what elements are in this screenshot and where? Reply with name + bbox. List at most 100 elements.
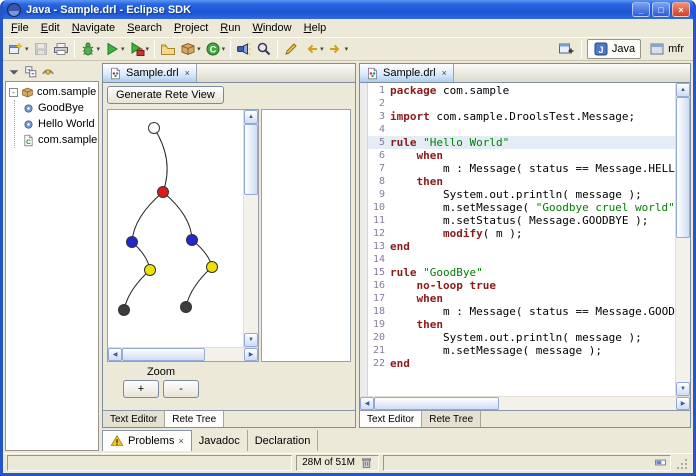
- scroll-down-icon[interactable]: ▼: [244, 333, 258, 347]
- view-tab-javadoc[interactable]: Javadoc: [192, 430, 248, 451]
- title-bar[interactable]: Java - Sample.drl - Eclipse SDK _ □ ×: [3, 0, 693, 19]
- dropdown-arrow-icon[interactable]: ▾: [25, 45, 29, 53]
- scroll-up-icon[interactable]: ▲: [244, 110, 258, 124]
- new-class-button[interactable]: C▾: [203, 39, 228, 59]
- code-line[interactable]: 1package com.sample: [368, 84, 675, 97]
- rete-horizontal-scrollbar[interactable]: ◀ ▶: [108, 347, 258, 361]
- view-menu-icon[interactable]: [7, 65, 21, 79]
- menu-project[interactable]: Project: [168, 21, 214, 35]
- scroll-thumb[interactable]: [676, 97, 690, 238]
- save-button[interactable]: [31, 39, 51, 59]
- code-line[interactable]: 19 then: [368, 318, 675, 331]
- rete-node[interactable]: [207, 262, 218, 273]
- code-line[interactable]: 11 m.setStatus( Message.GOODBYE );: [368, 214, 675, 227]
- rete-page-tab-text-editor[interactable]: Text Editor: [103, 411, 165, 427]
- tab-sample-drl-rete[interactable]: Sample.drl ×: [103, 64, 197, 82]
- dropdown-arrow-icon[interactable]: ▾: [146, 45, 150, 53]
- new-java-project-button[interactable]: [158, 39, 178, 59]
- code-line[interactable]: 8 then: [368, 175, 675, 188]
- code-line[interactable]: 2: [368, 97, 675, 110]
- editor-page-tab-rete-tree[interactable]: Rete Tree: [422, 411, 481, 427]
- code-line[interactable]: 9 System.out.println( message );: [368, 188, 675, 201]
- dropdown-arrow-icon[interactable]: ▾: [197, 45, 201, 53]
- tree-item-com-sample[interactable]: -com.sample: [7, 84, 97, 100]
- code-line[interactable]: 6 when: [368, 149, 675, 162]
- view-tab-problems[interactable]: Problems×: [102, 430, 192, 451]
- close-tab-icon[interactable]: ×: [185, 68, 190, 78]
- code-line[interactable]: 4: [368, 123, 675, 136]
- editor-page-tab-text-editor[interactable]: Text Editor: [360, 411, 422, 427]
- gc-trash-icon[interactable]: [360, 456, 373, 469]
- tree-item-goodbye[interactable]: GoodBye: [15, 100, 97, 116]
- code-line[interactable]: 16 no-loop true: [368, 279, 675, 292]
- open-perspective-button[interactable]: [556, 39, 576, 59]
- dropdown-arrow-icon[interactable]: ▾: [97, 45, 101, 53]
- scroll-thumb[interactable]: [244, 124, 258, 195]
- maximize-button[interactable]: □: [652, 2, 670, 17]
- scroll-up-icon[interactable]: ▲: [676, 83, 690, 97]
- back-button[interactable]: ▾: [301, 39, 326, 59]
- dropdown-arrow-icon[interactable]: ▾: [320, 45, 324, 53]
- editor-vertical-scrollbar[interactable]: ▲ ▼: [675, 83, 690, 396]
- menu-navigate[interactable]: Navigate: [66, 21, 121, 35]
- perspective-java[interactable]: JJava: [587, 39, 641, 59]
- editor-horizontal-scrollbar[interactable]: ◀ ▶: [360, 396, 690, 410]
- menu-run[interactable]: Run: [214, 21, 246, 35]
- code-line[interactable]: 12 modify( m );: [368, 227, 675, 240]
- new-package-button[interactable]: ▾: [178, 39, 203, 59]
- dropdown-arrow-icon[interactable]: ▾: [345, 45, 349, 53]
- close-tab-icon[interactable]: ×: [442, 68, 447, 78]
- scroll-left-icon[interactable]: ◀: [108, 348, 122, 361]
- rete-node[interactable]: [145, 265, 156, 276]
- close-button[interactable]: ×: [672, 2, 690, 17]
- tree-item-hello-world[interactable]: Hello World: [15, 116, 97, 132]
- code-line[interactable]: 20 System.out.println( message );: [368, 331, 675, 344]
- search-button[interactable]: [254, 39, 274, 59]
- java-search-button[interactable]: [234, 39, 254, 59]
- code-line[interactable]: 7 m : Message( status == Message.HELLO: [368, 162, 675, 175]
- outline-tree[interactable]: -com.sampleGoodByeHello WorldCcom.sample…: [5, 81, 99, 451]
- scroll-thumb[interactable]: [374, 397, 499, 410]
- resize-grip[interactable]: [675, 457, 689, 471]
- code-line[interactable]: 17 when: [368, 292, 675, 305]
- code-line[interactable]: 18 m : Message( status == Message.GOOD: [368, 305, 675, 318]
- rete-node[interactable]: [127, 237, 138, 248]
- code-line[interactable]: 5rule "Hello World": [368, 136, 675, 149]
- collapse-all-icon[interactable]: [24, 65, 38, 79]
- menu-file[interactable]: File: [5, 21, 35, 35]
- tree-item-com-sample-d[interactable]: Ccom.sample.D: [15, 132, 97, 148]
- perspective-mfr[interactable]: mfr: [643, 39, 690, 59]
- forward-button[interactable]: ▾: [326, 39, 351, 59]
- code-line[interactable]: 3import com.sample.DroolsTest.Message;: [368, 110, 675, 123]
- menu-search[interactable]: Search: [121, 21, 168, 35]
- code-line[interactable]: 14: [368, 253, 675, 266]
- rete-page-tab-rete-tree[interactable]: Rete Tree: [165, 411, 224, 427]
- scroll-thumb[interactable]: [122, 348, 205, 361]
- rete-node[interactable]: [187, 235, 198, 246]
- dropdown-arrow-icon[interactable]: ▾: [222, 45, 226, 53]
- menu-edit[interactable]: Edit: [35, 21, 66, 35]
- code-line[interactable]: 13end: [368, 240, 675, 253]
- code-line[interactable]: 10 m.setMessage( "Goodbye cruel world" )…: [368, 201, 675, 214]
- rete-graph-canvas[interactable]: [108, 110, 243, 347]
- external-tools-button[interactable]: ▾: [127, 39, 152, 59]
- scroll-left-icon[interactable]: ◀: [360, 397, 374, 410]
- tab-sample-drl-text[interactable]: Sample.drl ×: [360, 64, 454, 82]
- view-tab-declaration[interactable]: Declaration: [248, 430, 319, 451]
- generate-rete-view-button[interactable]: Generate Rete View: [107, 86, 224, 104]
- new-wizard-button[interactable]: ▾: [6, 39, 31, 59]
- run-button[interactable]: ▾: [102, 39, 127, 59]
- minimize-button[interactable]: _: [632, 2, 650, 17]
- menu-help[interactable]: Help: [298, 21, 333, 35]
- rete-node[interactable]: [149, 123, 160, 134]
- rete-node[interactable]: [181, 302, 192, 313]
- link-editor-icon[interactable]: [41, 65, 55, 79]
- rete-node[interactable]: [158, 187, 169, 198]
- dropdown-arrow-icon[interactable]: ▾: [121, 45, 125, 53]
- menu-window[interactable]: Window: [246, 21, 297, 35]
- zoom-out-button[interactable]: -: [163, 380, 199, 398]
- scroll-right-icon[interactable]: ▶: [244, 348, 258, 361]
- scroll-right-icon[interactable]: ▶: [676, 397, 690, 410]
- rete-node[interactable]: [119, 305, 130, 316]
- code-line[interactable]: 15rule "GoodBye": [368, 266, 675, 279]
